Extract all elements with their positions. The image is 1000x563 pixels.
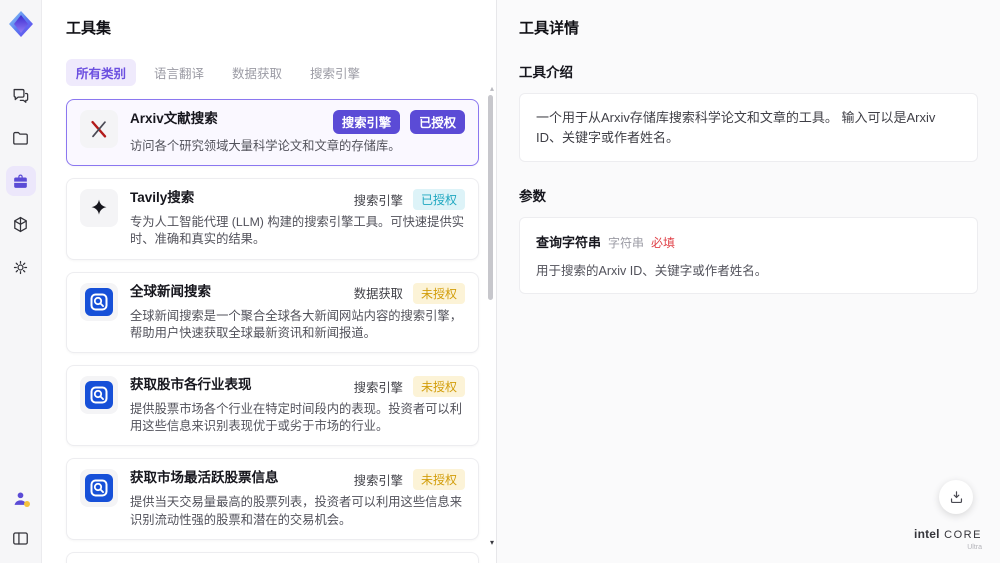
sidebar-item-settings[interactable] (6, 252, 36, 282)
user-status-dot (23, 501, 30, 507)
tool-card-main: 获取市场最活跃股票信息 搜索引擎 未授权 提供当天交易量最高的股票列表，投资者可… (130, 469, 465, 528)
app-logo-icon (5, 8, 37, 40)
scroll-down-icon[interactable]: ▾ (490, 538, 494, 547)
tavily-icon (80, 189, 118, 228)
tool-category-badge: 搜索引擎 (353, 193, 403, 208)
download-button[interactable] (939, 480, 973, 514)
tool-list-panel: 工具集 所有类别 语言翻译 数据获取 搜索引擎 Arxiv文献搜索 搜索引擎 已授权 … (42, 0, 497, 563)
tool-card-main: 获取股市各行业表现 搜索引擎 未授权 提供股票市场各个行业在特定时间段内的表现。… (130, 376, 465, 435)
tool-card[interactable]: Arxiv文献搜索 搜索引擎 已授权 访问各个研究领域大量科学论文和文章的存储库… (66, 99, 479, 167)
tool-card[interactable]: 全球新闻搜索 数据获取 未授权 全球新闻搜索是一个聚合全球各大新闻网站内容的搜索… (66, 271, 479, 354)
intel-core-logo: intel CORE Ultra (914, 527, 982, 551)
tool-status-badge: 已授权 (410, 110, 465, 134)
tab-1[interactable]: 语言翻译 (144, 59, 214, 86)
tool-category-badge: 数据获取 (353, 287, 403, 302)
tool-badges: 数据获取 未授权 (353, 282, 465, 304)
scrollbar[interactable]: ▴ ▾ (486, 84, 494, 563)
params-heading: 参数 (519, 189, 546, 204)
app-window: 工具集 所有类别 语言翻译 数据获取 搜索引擎 Arxiv文献搜索 搜索引擎 已授权 … (0, 0, 1000, 563)
intro-card: 一个用于从Arxiv存储库搜索科学论文和文章的工具。 输入可以是Arxiv ID… (519, 93, 978, 162)
tool-name: 获取股市各行业表现 (130, 377, 252, 393)
arxiv-icon (80, 110, 118, 148)
intro-heading: 工具介绍 (519, 65, 573, 80)
sidebar-item-chat[interactable] (6, 80, 36, 110)
icon-rail (0, 0, 42, 563)
tool-description: 全球新闻搜索是一个聚合全球各大新闻网站内容的搜索引擎，帮助用户快速获取全球最新资… (130, 308, 463, 340)
package-icon (14, 216, 27, 232)
rail-bottom (6, 483, 36, 553)
rail-nav (5, 80, 36, 282)
tool-status-badge: 未授权 (412, 282, 465, 304)
sidebar-item-models[interactable] (6, 209, 36, 239)
tool-card[interactable]: 获取市场最活跃股票信息 搜索引擎 未授权 提供当天交易量最高的股票列表，投资者可… (66, 458, 479, 540)
tool-description: 访问各个研究领域大量科学论文和文章的存储库。 (130, 139, 401, 153)
tool-description: 专为人工智能代理 (LLM) 构建的搜索引擎工具。可快速提供实时、准确和真实的结… (130, 215, 465, 247)
briefcase-icon (14, 174, 27, 188)
tool-name: Arxiv文献搜索 (130, 111, 218, 126)
news-app-icon (80, 376, 118, 415)
tool-description: 提供股票市场各个行业在特定时间段内的表现。投资者可以利用这些信息来识别表现优于或… (130, 402, 463, 434)
sidebar-item-folder[interactable] (6, 123, 36, 153)
param-name: 查询字符串 (536, 235, 602, 250)
sidebar-item-tools[interactable] (5, 166, 36, 196)
collapse-panel-button[interactable] (6, 523, 36, 553)
param-required-badge: 必填 (651, 236, 676, 250)
chat-icon (13, 88, 29, 103)
tab-2[interactable]: 数据获取 (222, 59, 292, 86)
tool-description: 提供当天交易量最高的股票列表，投资者可以利用这些信息来识别流动性强的股票和潜在的… (130, 495, 463, 527)
detail-title: 工具详情 (519, 20, 580, 37)
param-card: 查询字符串 字符串 必填 用于搜索的Arxiv ID、关键字或作者姓名。 (519, 217, 978, 294)
tool-category-badge: 搜索引擎 (353, 380, 403, 395)
tab-0[interactable]: 所有类别 (66, 59, 137, 86)
tool-card-head: Tavily搜索 搜索引擎 已授权 (130, 189, 465, 211)
tool-category-badge: 搜索引擎 (332, 110, 401, 134)
user-avatar-button[interactable] (6, 483, 36, 513)
param-head: 查询字符串 字符串 必填 (536, 232, 961, 251)
download-icon (950, 490, 962, 503)
scroll-up-icon[interactable]: ▴ (490, 84, 494, 93)
tool-badges: 搜索引擎 已授权 (353, 189, 465, 211)
intro-text: 一个用于从Arxiv存储库搜索科学论文和文章的工具。 输入可以是Arxiv ID… (536, 110, 936, 145)
tool-card[interactable]: 万维地区新闻查询 搜索引擎 未授权 查询具体行政区划内的新闻，快速了解各地新闻动… (66, 551, 479, 563)
tool-card[interactable]: 获取股市各行业表现 搜索引擎 未授权 提供股票市场各个行业在特定时间段内的表现。… (66, 365, 479, 447)
news-app-icon (80, 469, 118, 508)
tab-3[interactable]: 搜索引擎 (300, 59, 370, 86)
param-type: 字符串 (608, 236, 645, 250)
tool-status-badge: 已授权 (412, 189, 465, 211)
tool-badges: 搜索引擎 未授权 (353, 469, 465, 491)
tool-badges: 搜索引擎 未授权 (353, 376, 465, 398)
tool-status-badge: 未授权 (412, 376, 465, 398)
tool-card-main: Tavily搜索 搜索引擎 已授权 专为人工智能代理 (LLM) 构建的搜索引擎… (130, 189, 465, 248)
tool-detail-panel: 工具详情 工具介绍 一个用于从Arxiv存储库搜索科学论文和文章的工具。 输入可… (497, 0, 1000, 563)
tool-card-head: 获取市场最活跃股票信息 搜索引擎 未授权 (130, 469, 465, 491)
category-tabs: 所有类别 语言翻译 数据获取 搜索引擎 (66, 59, 496, 86)
page-title: 工具集 (66, 20, 112, 37)
tool-card-head: Arxiv文献搜索 搜索引擎 已授权 (130, 110, 465, 134)
param-desc: 用于搜索的Arxiv ID、关键字或作者姓名。 (536, 264, 768, 278)
tool-status-badge: 未授权 (412, 469, 465, 491)
tool-card-head: 获取股市各行业表现 搜索引擎 未授权 (130, 376, 465, 398)
news-app-icon (80, 282, 118, 321)
tool-category-badge: 搜索引擎 (353, 473, 403, 488)
gear-icon (13, 260, 28, 274)
tool-card[interactable]: Tavily搜索 搜索引擎 已授权 专为人工智能代理 (LLM) 构建的搜索引擎… (66, 178, 479, 260)
folder-icon (13, 131, 28, 145)
tool-list: Arxiv文献搜索 搜索引擎 已授权 访问各个研究领域大量科学论文和文章的存储库… (66, 99, 496, 563)
tool-card-head: 全球新闻搜索 数据获取 未授权 (130, 282, 465, 304)
tool-badges: 搜索引擎 已授权 (332, 110, 465, 134)
scrollbar-thumb[interactable] (488, 95, 493, 300)
tool-name: 全球新闻搜索 (130, 283, 211, 299)
tool-name: 获取市场最活跃股票信息 (130, 470, 279, 486)
tool-name: Tavily搜索 (130, 190, 195, 206)
tool-card-main: 全球新闻搜索 数据获取 未授权 全球新闻搜索是一个聚合全球各大新闻网站内容的搜索… (130, 282, 465, 342)
tool-card-main: Arxiv文献搜索 搜索引擎 已授权 访问各个研究领域大量科学论文和文章的存储库… (130, 110, 465, 155)
